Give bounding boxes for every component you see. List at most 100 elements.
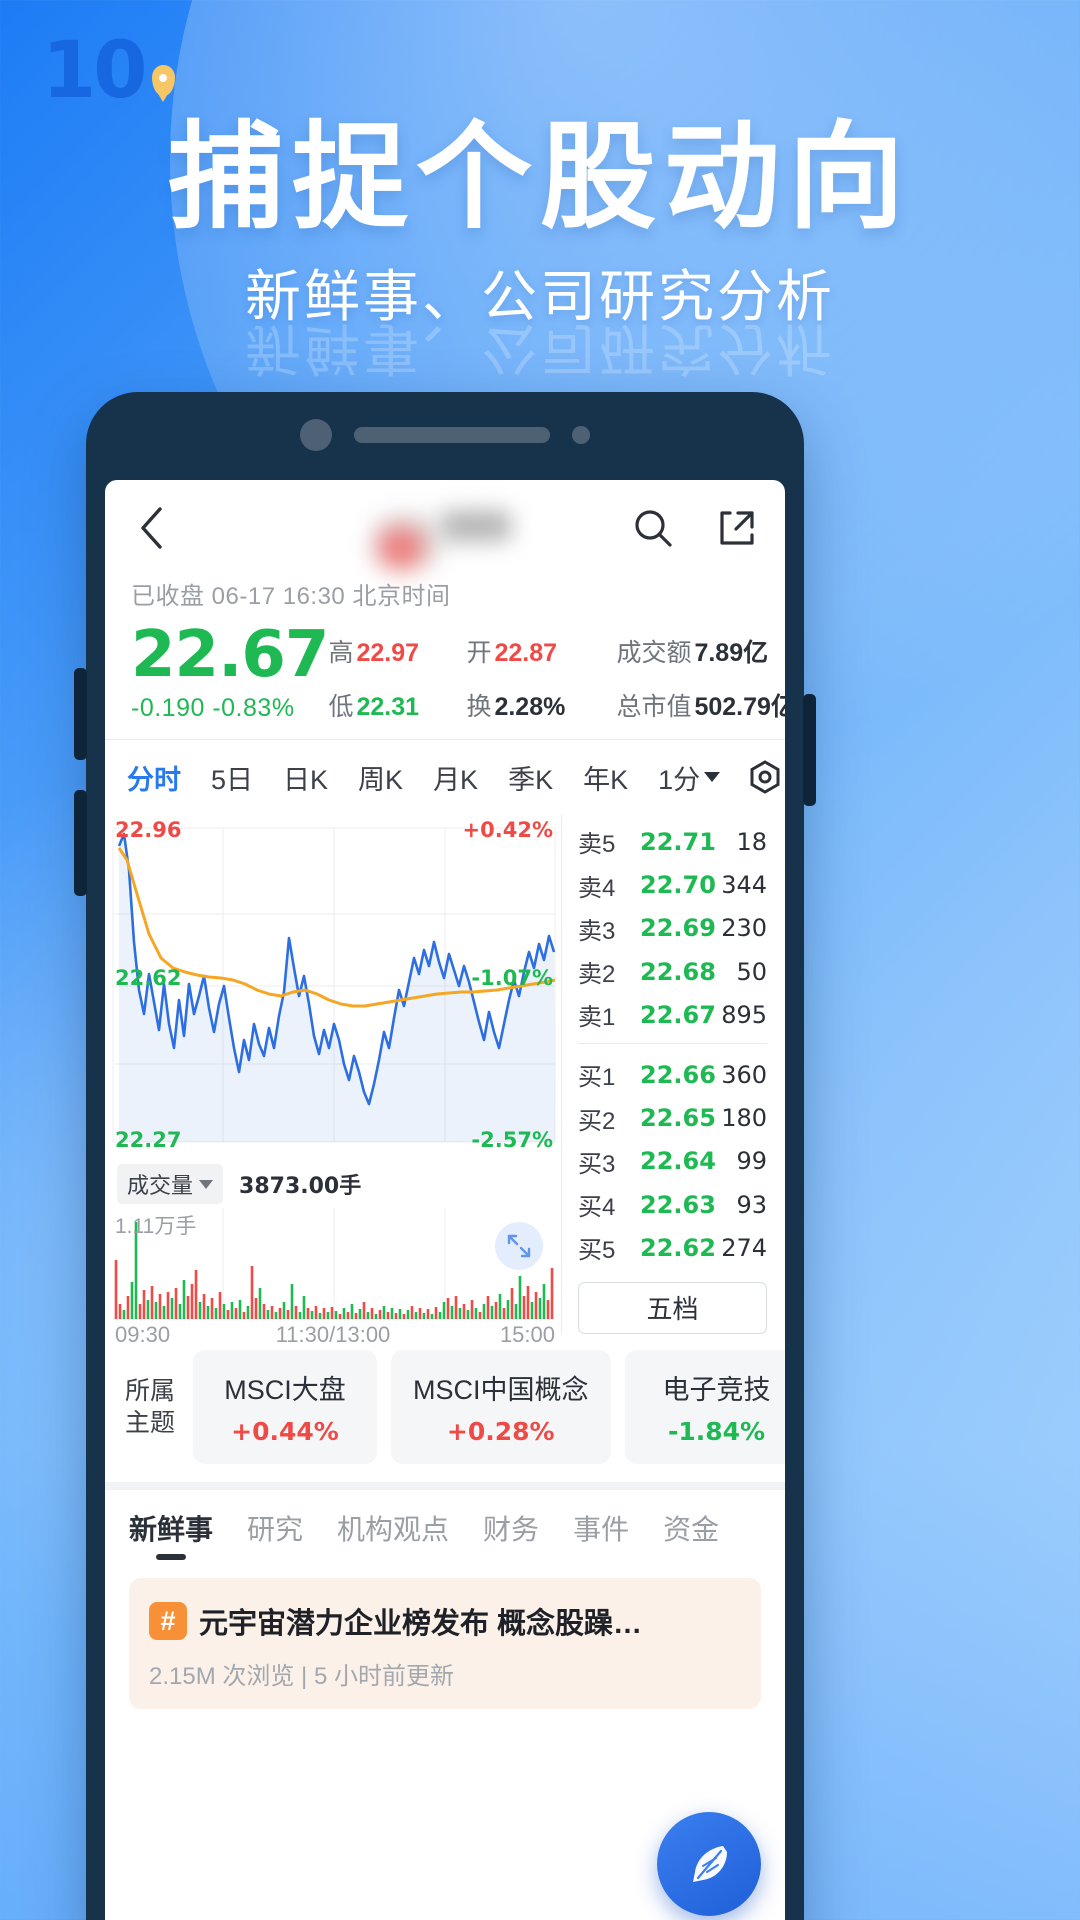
chart-tab-monthly-k[interactable]: 月K (433, 758, 478, 797)
price-column: 22.67 -0.190 -0.83% (131, 618, 329, 723)
period-selector[interactable]: 1分 (658, 758, 721, 797)
search-icon (635, 510, 672, 547)
app-header (105, 480, 785, 576)
stat-low-value: 22.31 (356, 693, 420, 721)
chevron-left-icon (141, 507, 162, 549)
chart-tab-daily-k[interactable]: 日K (283, 758, 328, 797)
theme-name: MSCI中国概念 (413, 1375, 589, 1406)
volume-chart[interactable]: 1.11万手 (105, 1208, 561, 1320)
order-book-row[interactable]: 卖5 22.71 18 (578, 820, 767, 863)
chevron-down-icon (199, 1179, 214, 1189)
ask-1-price: 22.67 (640, 1000, 716, 1029)
ask-3-qty: 230 (721, 914, 767, 943)
theme-card[interactable]: 电子竞技 -1.84% (624, 1350, 785, 1465)
order-book-row[interactable]: 卖4 22.70 344 (578, 864, 767, 907)
theme-tags-label: 所属 主题 (125, 1375, 179, 1439)
bid-3-label: 买3 (578, 1150, 616, 1178)
theme-card[interactable]: MSCI中国概念 +0.28% (391, 1350, 611, 1465)
chart-tab-intraday[interactable]: 分时 (127, 758, 181, 797)
volume-indicator-selector[interactable]: 成交量 (117, 1164, 224, 1205)
app-logo: 10 (42, 32, 175, 110)
depth-five-levels-button[interactable]: 五档 (578, 1281, 767, 1335)
order-book-row[interactable]: 买5 22.62 274 (578, 1226, 767, 1269)
stat-low: 低 22.31 (328, 687, 466, 723)
market-status-line: 已收盘 06-17 16:30 北京时间 (131, 583, 451, 610)
share-external-icon (720, 511, 754, 545)
bid-1-label: 买1 (578, 1064, 616, 1092)
price-change: -0.190 -0.83% (131, 694, 295, 723)
last-price: 22.67 (131, 618, 329, 692)
tab-events[interactable]: 事件 (573, 1508, 629, 1564)
chart-label-low-price: 22.27 (115, 1128, 182, 1153)
bid-5-label: 买5 (578, 1237, 616, 1265)
chart-column: 22.96 +0.42% 22.62 -1.07% 22.27 -2.57% 成… (105, 814, 561, 1347)
order-book-row[interactable]: 买4 22.63 93 (578, 1183, 767, 1226)
order-book-row[interactable]: 卖3 22.69 230 (578, 907, 767, 950)
stat-high-value: 22.97 (356, 639, 420, 667)
compose-post-button[interactable] (657, 1812, 761, 1916)
theme-change: +0.44% (231, 1417, 339, 1447)
camera-icon (300, 419, 332, 451)
bid-5-price: 22.62 (640, 1233, 716, 1262)
stats-grid: 高 22.97 低 22.31 开 22.87 换 2.28% 成交额 7.89… (328, 621, 785, 723)
time-tick-midday: 11:30/13:00 (275, 1322, 391, 1348)
hashtag-icon: # (149, 1602, 187, 1641)
stat-high-label: 高 (328, 639, 354, 667)
ask-3-price: 22.69 (640, 914, 716, 943)
stat-turnover-rate-label: 换 (466, 693, 492, 721)
expand-diagonal-icon (507, 1235, 531, 1258)
bid-4-label: 买4 (578, 1194, 616, 1222)
ask-5-price: 22.71 (640, 827, 716, 856)
order-book-row[interactable]: 买3 22.64 99 (578, 1140, 767, 1183)
ask-3-label: 卖3 (578, 917, 616, 945)
order-book: 卖5 22.71 18 卖4 22.70 344 卖3 22.69 230 卖2… (561, 814, 785, 1335)
order-book-row[interactable]: 买2 22.65 180 (578, 1097, 767, 1140)
stat-open: 开 22.87 (466, 633, 616, 669)
content-tab-bar: 新鲜事 研究 机构观点 财务 事件 资金 (105, 1482, 785, 1564)
stat-market-cap: 总市值 502.79亿 (616, 687, 785, 723)
theme-tags-label-line2: 主题 (125, 1409, 176, 1438)
bid-2-label: 买2 (578, 1107, 616, 1135)
search-button[interactable] (629, 504, 677, 552)
stat-low-label: 低 (328, 693, 354, 721)
chart-label-high-price: 22.96 (115, 818, 182, 843)
tab-news[interactable]: 新鲜事 (129, 1508, 213, 1564)
chart-tab-quarterly-k[interactable]: 季K (508, 758, 553, 797)
theme-change: -1.84% (667, 1417, 766, 1447)
chart-tab-weekly-k[interactable]: 周K (358, 758, 403, 797)
expand-chart-button[interactable] (495, 1222, 543, 1271)
volume-down-button (74, 790, 87, 896)
chart-settings-button[interactable] (746, 757, 784, 797)
stat-open-value: 22.87 (494, 639, 558, 667)
bid-3-qty: 99 (736, 1147, 767, 1176)
order-book-row[interactable]: 买1 22.66 360 (578, 1053, 767, 1096)
tab-institution-views[interactable]: 机构观点 (337, 1508, 449, 1564)
chevron-down-icon (704, 772, 721, 783)
order-book-row[interactable]: 卖2 22.68 50 (578, 950, 767, 993)
chart-tab-yearly-k[interactable]: 年K (583, 758, 628, 797)
stat-amount-value: 7.89亿 (694, 639, 769, 667)
ask-5-qty: 18 (736, 827, 767, 856)
promo-headline: 捕捉个股动向 (168, 110, 912, 245)
stat-open-label: 开 (466, 639, 492, 667)
order-book-divider (578, 1043, 767, 1045)
stat-amount: 成交额 7.89亿 (616, 633, 785, 669)
volume-value: 3873.00手 (239, 1174, 362, 1200)
back-button[interactable] (129, 506, 173, 550)
header-actions (629, 504, 761, 552)
order-book-row[interactable]: 卖1 22.67 895 (578, 993, 767, 1036)
tab-financials[interactable]: 财务 (483, 1508, 539, 1564)
tab-capital-flow[interactable]: 资金 (663, 1508, 719, 1564)
theme-card[interactable]: MSCI大盘 +0.44% (193, 1350, 377, 1465)
theme-name: 电子竞技 (662, 1375, 771, 1406)
share-button[interactable] (713, 504, 761, 552)
chart-and-orderbook: 22.96 +0.42% 22.62 -1.07% 22.27 -2.57% 成… (105, 814, 785, 1347)
intraday-price-chart[interactable]: 22.96 +0.42% 22.62 -1.07% 22.27 -2.57% (105, 814, 561, 1158)
time-tick-open: 09:30 (115, 1322, 171, 1348)
chart-tab-5day[interactable]: 5日 (211, 758, 253, 797)
news-list: # 元宇宙潜力企业榜发布 概念股躁… 2.15M 次浏览 | 5 小时前更新 (105, 1564, 785, 1710)
news-card[interactable]: # 元宇宙潜力企业榜发布 概念股躁… 2.15M 次浏览 | 5 小时前更新 (129, 1578, 761, 1710)
stat-market-cap-label: 总市值 (616, 693, 692, 721)
tab-research[interactable]: 研究 (247, 1508, 303, 1564)
volume-axis-max-label: 1.11万手 (115, 1215, 197, 1239)
